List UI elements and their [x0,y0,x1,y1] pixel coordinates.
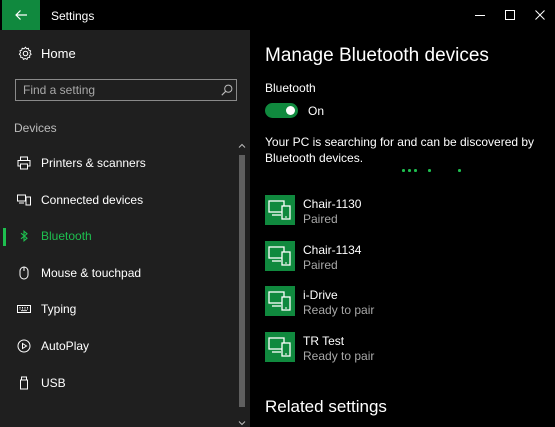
maximize-icon [505,10,515,20]
searching-progress-dots [402,169,472,175]
search-icon[interactable] [221,84,233,96]
sidebar-nav: Printers & scanners Connected devices Bl… [0,146,236,402]
sidebar-item-label: AutoPlay [41,338,90,353]
sidebar: Home Devices Printers & scanners Connect… [0,30,250,427]
device-name: Chair-1130 [303,197,362,211]
section-title: Devices [14,121,57,135]
device-item[interactable]: Chair-1130 Paired [265,195,545,241]
chevron-down-icon[interactable] [238,419,246,427]
device-list: Chair-1130 Paired Chair-1134 Paired i-Dr… [265,195,545,377]
sidebar-item-label: Home [41,46,76,61]
bluetooth-toggle-label: Bluetooth [265,81,316,95]
minimize-icon [475,15,485,16]
toggle-state-text: On [308,104,325,118]
sidebar-item-printers[interactable]: Printers & scanners [0,146,236,183]
sidebar-item-bluetooth[interactable]: Bluetooth [0,219,236,256]
device-phone-icon [265,240,295,271]
device-phone-icon [265,286,295,316]
gear-icon [18,46,32,60]
sidebar-item-label: Connected devices [41,192,144,207]
close-icon [535,10,545,20]
scrollbar-thumb[interactable] [239,155,245,407]
printer-icon [17,156,31,170]
search-box[interactable] [15,79,237,101]
device-item[interactable]: Chair-1134 Paired [265,240,545,287]
device-status: Ready to pair [303,348,375,363]
sidebar-item-label: Typing [41,302,77,317]
sidebar-item-typing[interactable]: Typing [0,292,236,329]
related-settings-heading: Related settings [265,397,387,416]
device-phone-icon [265,195,295,225]
title-bar: Settings [0,0,555,30]
back-arrow-icon [15,10,27,20]
device-name: Chair-1134 [303,242,362,257]
chevron-up-icon[interactable] [238,142,246,150]
back-button[interactable] [2,0,40,30]
sidebar-item-mouse[interactable]: Mouse & touchpad [0,256,236,293]
sidebar-item-connected-devices[interactable]: Connected devices [0,183,236,220]
minimize-button[interactable] [464,0,496,30]
maximize-button[interactable] [494,0,526,30]
sidebar-item-home[interactable]: Home [0,42,236,66]
window-title: Settings [51,9,95,23]
sidebar-item-label: Mouse & touchpad [41,265,142,280]
device-name: TR Test [303,333,345,348]
page-title: Manage Bluetooth devices [265,45,489,66]
sidebar-item-usb[interactable]: USB [0,366,236,403]
device-name: i-Drive [303,288,338,302]
autoplay-icon [17,339,31,353]
keyboard-icon [17,305,31,314]
device-item[interactable]: TR Test Ready to pair [265,331,545,378]
connected-devices-icon [17,194,31,206]
discovery-message: Your PC is searching for and can be disc… [265,135,535,165]
device-item[interactable]: i-Drive Ready to pair [265,286,545,332]
usb-icon [20,376,28,390]
toggle-knob [286,106,295,115]
mouse-icon [19,266,29,280]
bluetooth-toggle[interactable] [265,103,298,118]
sidebar-item-label: USB [41,375,66,390]
device-status: Ready to pair [303,303,375,317]
active-indicator [3,228,6,247]
device-status: Paired [303,212,338,226]
sidebar-item-label: Bluetooth [41,229,92,244]
close-button[interactable] [524,0,555,30]
sidebar-scrollbar[interactable] [237,142,246,427]
device-phone-icon [265,331,295,362]
bluetooth-icon [20,230,28,243]
search-input[interactable] [23,83,213,97]
device-status: Paired [303,257,338,272]
sidebar-item-label: Printers & scanners [41,156,146,170]
main-panel: Manage Bluetooth devices Bluetooth On Yo… [250,30,555,427]
sidebar-item-autoplay[interactable]: AutoPlay [0,329,236,366]
